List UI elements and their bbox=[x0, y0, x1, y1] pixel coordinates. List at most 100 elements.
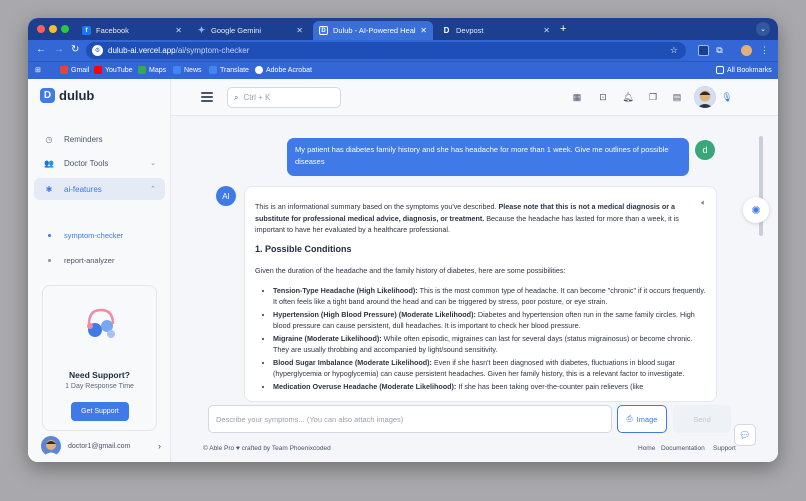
footer-credit: © Able Pro ♥ crafted by Team Phoenixcode… bbox=[203, 445, 331, 452]
logo-mark: D bbox=[40, 88, 55, 103]
ai-response-card: 🔈︎ This is an informational summary base… bbox=[244, 186, 717, 402]
clock-icon: ◷ bbox=[45, 134, 53, 144]
new-tab-button[interactable]: + bbox=[560, 23, 566, 35]
section-lead: Given the duration of the headache and t… bbox=[255, 266, 566, 275]
close-tab-icon[interactable]: ✕ bbox=[175, 26, 182, 35]
extension-icon[interactable] bbox=[698, 45, 709, 56]
sidebar-subitem-symptom-checker[interactable]: symptom-checker bbox=[48, 231, 123, 240]
bell-icon[interactable]: 🔔︎ bbox=[622, 91, 634, 103]
messages-icon[interactable]: ❐ bbox=[647, 91, 659, 103]
send-button[interactable]: Send bbox=[673, 405, 731, 433]
logo-word: dulub bbox=[59, 88, 95, 103]
bookmark-adobe-acrobat[interactable]: Adobe Acrobat bbox=[255, 66, 312, 74]
chat-help-icon[interactable]: 💬︎ bbox=[734, 424, 756, 446]
tab-search-icon[interactable]: ⌄ bbox=[756, 22, 770, 36]
bookmark-star-icon[interactable]: ☆ bbox=[670, 45, 678, 56]
button-label: Image bbox=[636, 414, 658, 424]
close-tab-icon[interactable]: ✕ bbox=[543, 26, 550, 35]
tab-label: Google Gemini bbox=[211, 26, 262, 35]
list-item: Hypertension (High Blood Pressure) (Mode… bbox=[273, 309, 706, 332]
microphone-icon[interactable]: 🎙︎ bbox=[721, 91, 733, 103]
list-item: Blood Sugar Imbalance (Moderate Likeliho… bbox=[273, 357, 706, 380]
all-bookmarks[interactable]: All Bookmarks bbox=[716, 66, 772, 74]
chat-area: My patient has diabetes family history a… bbox=[171, 116, 778, 462]
gmail-icon bbox=[60, 66, 68, 74]
top-header: ⌕ Ctrl + K ▦ ⊡ 🔔︎ ❐ ▤ 🎙︎ bbox=[171, 79, 778, 116]
support-card: Need Support? 1 Day Response Time Get Su… bbox=[42, 285, 157, 431]
bullet-dot bbox=[48, 234, 51, 237]
chevron-right-icon[interactable]: › bbox=[158, 441, 161, 451]
close-window-button[interactable] bbox=[37, 25, 45, 33]
sidebar-item-reminders[interactable]: ◷ Reminders bbox=[34, 128, 165, 150]
apps-grid-icon[interactable]: ⊞ bbox=[35, 66, 41, 74]
browser-menu-icon[interactable]: ⋮ bbox=[759, 45, 770, 56]
layout-icon[interactable]: ▦ bbox=[571, 91, 583, 103]
footer-link-support[interactable]: Support bbox=[713, 445, 736, 452]
tab-devpost[interactable]: D Devpost ✕ bbox=[436, 21, 556, 40]
user-avatar-illustration bbox=[44, 440, 58, 456]
bookmark-translate[interactable]: Translate bbox=[209, 66, 249, 74]
chevron-down-icon: ⌄ bbox=[150, 160, 156, 167]
news-icon bbox=[173, 66, 181, 74]
minimize-window-button[interactable] bbox=[49, 25, 57, 33]
tab-label: Facebook bbox=[96, 26, 129, 35]
header-avatar[interactable] bbox=[694, 86, 716, 108]
sidebar-item-doctor-tools[interactable]: 👥 Doctor Tools ⌄ bbox=[34, 152, 165, 174]
tab-dulub[interactable]: D Dulub - AI-Powered Heal ✕ bbox=[313, 21, 433, 40]
bookmark-gmail[interactable]: Gmail bbox=[60, 66, 89, 74]
site-info-icon[interactable]: ⚙ bbox=[92, 45, 103, 56]
app-logo[interactable]: D dulub bbox=[40, 88, 94, 103]
user-profile-row[interactable]: doctor1@gmail.com › bbox=[28, 436, 171, 462]
ai-message-avatar: AI bbox=[216, 186, 236, 206]
sidebar-item-ai-features[interactable]: ✱ ai-features ⌃ bbox=[34, 178, 165, 200]
tab-gemini[interactable]: ✦ Google Gemini ✕ bbox=[191, 21, 309, 40]
tab-facebook[interactable]: f Facebook ✕ bbox=[76, 21, 188, 40]
tab-strip: f Facebook ✕ ✦ Google Gemini ✕ D Dulub -… bbox=[28, 18, 778, 40]
profile-avatar[interactable] bbox=[741, 45, 752, 56]
close-tab-icon[interactable]: ✕ bbox=[296, 26, 303, 35]
menu-toggle-icon[interactable] bbox=[201, 92, 213, 102]
sidebar-subitem-report-analyzer[interactable]: report-analyzer bbox=[48, 256, 114, 265]
sidebar-item-label: report-analyzer bbox=[64, 256, 115, 265]
speaker-icon[interactable]: 🔈︎ bbox=[701, 197, 706, 209]
support-subtitle: 1 Day Response Time bbox=[65, 383, 134, 390]
sidebar-item-label: symptom-checker bbox=[64, 231, 124, 240]
bookmark-maps[interactable]: Maps bbox=[138, 66, 166, 74]
translate-icon bbox=[209, 66, 217, 74]
user-message-bubble: My patient has diabetes family history a… bbox=[287, 138, 689, 176]
get-support-button[interactable]: Get Support bbox=[71, 402, 129, 421]
search-icon: ⌕ bbox=[234, 92, 239, 102]
button-label: Send bbox=[693, 414, 711, 424]
extensions-puzzle-icon[interactable]: ⧉ bbox=[714, 45, 725, 56]
tab-label: Dulub - AI-Powered Heal bbox=[333, 26, 416, 35]
user-avatar-illustration bbox=[694, 86, 716, 108]
footer-link-documentation[interactable]: Documentation bbox=[661, 445, 705, 452]
close-tab-icon[interactable]: ✕ bbox=[420, 26, 427, 35]
user-email: doctor1@gmail.com bbox=[68, 443, 131, 450]
maps-icon bbox=[138, 66, 146, 74]
bookmark-news[interactable]: News bbox=[173, 66, 202, 74]
footer-link-home[interactable]: Home bbox=[638, 445, 655, 452]
settings-float-icon[interactable]: ✺ bbox=[743, 197, 769, 223]
forward-icon[interactable]: → bbox=[54, 44, 64, 55]
browser-window: f Facebook ✕ ✦ Google Gemini ✕ D Dulub -… bbox=[28, 18, 778, 462]
language-icon[interactable]: ⊡ bbox=[597, 91, 609, 103]
address-bar[interactable]: ⚙ dulub-ai.vercel.app/ai/symptom-checker… bbox=[86, 42, 686, 59]
sidebar-item-label: Reminders bbox=[64, 134, 103, 144]
app-root: D dulub ◷ Reminders 👥 Doctor Tools ⌄ ✱ a… bbox=[28, 79, 778, 462]
adobe-acrobat-icon bbox=[255, 66, 263, 74]
maximize-window-button[interactable] bbox=[61, 25, 69, 33]
symptom-input[interactable]: Describe your symptoms... (You can also … bbox=[208, 405, 612, 433]
sidebar: D dulub ◷ Reminders 👥 Doctor Tools ⌄ ✱ a… bbox=[28, 79, 171, 462]
sparkle-icon: ✱ bbox=[45, 184, 53, 194]
support-title: Need Support? bbox=[69, 370, 130, 380]
notes-icon[interactable]: ▤ bbox=[671, 91, 683, 103]
bookmark-youtube[interactable]: YouTube bbox=[94, 66, 133, 74]
reload-icon[interactable]: ↻ bbox=[71, 44, 79, 55]
list-item: Migraine (Moderate Likelihood): While of… bbox=[273, 333, 706, 356]
back-icon[interactable]: ← bbox=[36, 44, 46, 55]
attach-image-button[interactable]: ⎙ Image bbox=[617, 405, 667, 433]
search-input[interactable]: ⌕ Ctrl + K bbox=[227, 87, 341, 108]
sidebar-item-label: ai-features bbox=[64, 184, 102, 194]
image-icon: ⎙ bbox=[626, 414, 633, 423]
